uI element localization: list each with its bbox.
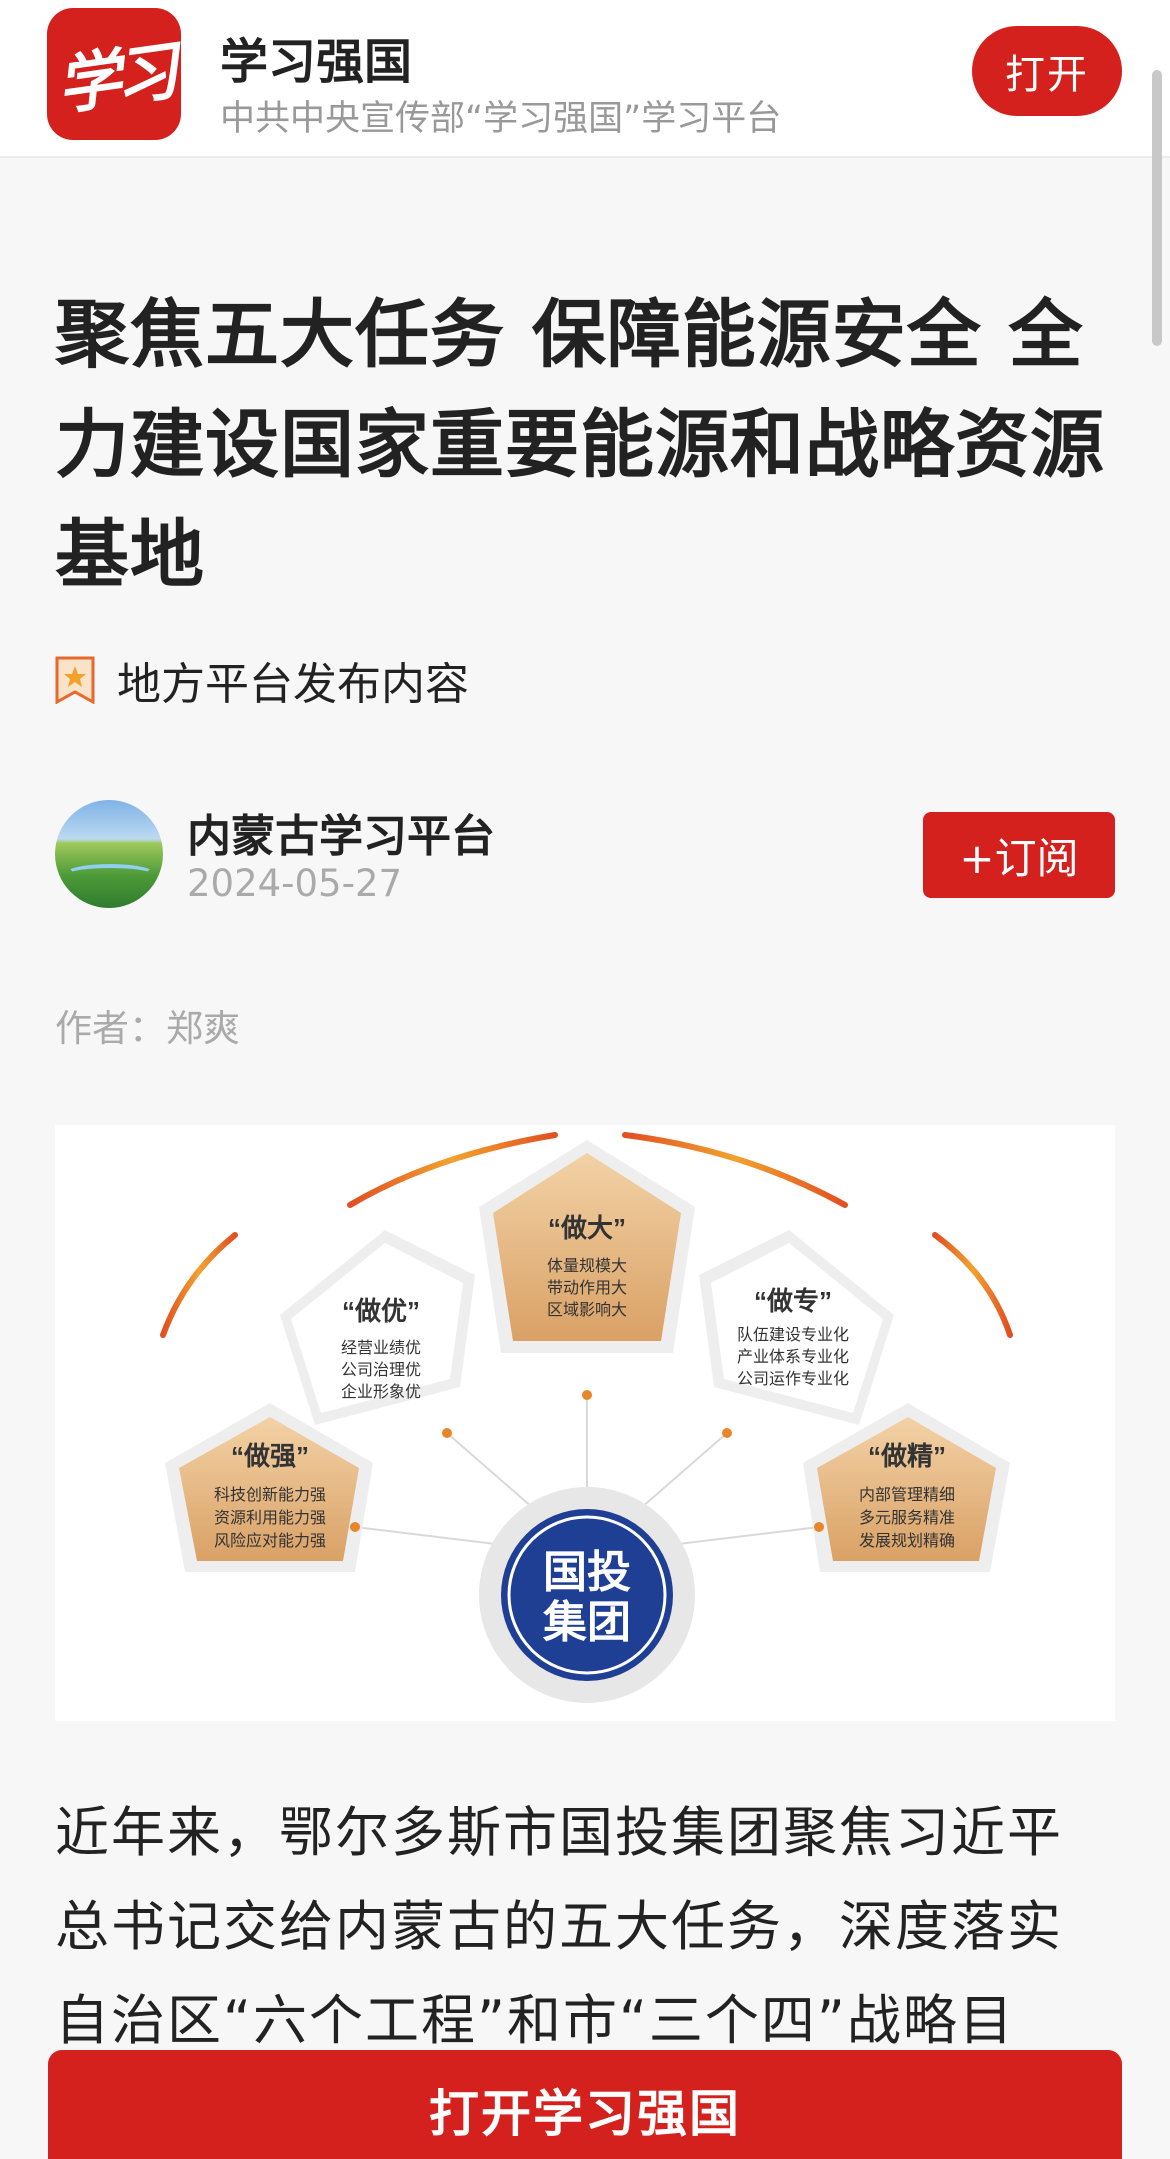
open-app-button[interactable]: 打开 xyxy=(972,26,1122,116)
app-download-banner: 学习 学习强国 中共中央宣传部“学习强国”学习平台 打开 xyxy=(0,0,1170,158)
app-logo-text: 学习 xyxy=(52,34,178,125)
pentagon-line: 多元服务精准 xyxy=(859,1509,955,1527)
pentagon-zuoda: “做大” 体量规模大 带动作用大 区域影响大 xyxy=(479,1140,695,1400)
pentagon-line: 产业体系专业化 xyxy=(737,1348,849,1366)
pentagon-line: 公司运作专业化 xyxy=(737,1370,849,1388)
pentagon-line: 体量规模大 xyxy=(547,1257,627,1275)
pentagon-line: 内部管理精细 xyxy=(859,1486,955,1504)
pentagon-line: 经营业绩优 xyxy=(341,1339,421,1357)
emblem-text-line: 集团 xyxy=(542,1598,631,1647)
subscribe-button[interactable]: +订阅 xyxy=(923,812,1115,898)
pentagon-title: “做优” xyxy=(342,1296,420,1326)
pentagon-line: 公司治理优 xyxy=(341,1361,421,1379)
app-subtitle: 中共中央宣传部“学习强国”学习平台 xyxy=(220,99,782,139)
publish-date: 2024-05-27 xyxy=(187,862,403,905)
publisher-row: 内蒙古学习平台 2024-05-27 +订阅 xyxy=(55,800,1115,910)
app-name: 学习强国 xyxy=(220,34,413,90)
article-author: 作者：郑爽 xyxy=(55,1007,240,1050)
pentagon-zuoyou: “做优” 经营业绩优 公司治理优 企业形象优 xyxy=(280,1230,475,1438)
pentagon-title: “做精” xyxy=(868,1441,946,1471)
publisher-avatar[interactable] xyxy=(55,800,163,908)
article-infographic[interactable]: “做强” 科技创新能力强 资源利用能力强 风险应对能力强 “做优” 经营业绩优 … xyxy=(55,1125,1115,1721)
emblem-text-line: 国投 xyxy=(543,1548,631,1597)
source-tag-label: 地方平台发布内容 xyxy=(117,659,469,710)
pentagon-line: 区域影响大 xyxy=(547,1301,627,1319)
pentagon-title: “做大” xyxy=(548,1213,626,1243)
pentagon-line: 资源利用能力强 xyxy=(214,1509,326,1527)
pentagon-line: 发展规划精确 xyxy=(859,1532,955,1550)
article-title: 聚焦五大任务 保障能源安全 全力建设国家重要能源和战略资源基地 xyxy=(55,292,1105,598)
pentagon-line: 科技创新能力强 xyxy=(214,1486,326,1504)
pentagon-zuoqiang: “做强” 科技创新能力强 资源利用能力强 风险应对能力强 xyxy=(165,1403,373,1572)
pentagon-zuozhuan: “做专” 队伍建设专业化 产业体系专业化 公司运作专业化 xyxy=(699,1230,894,1438)
open-app-bottom-button[interactable]: 打开学习强国 xyxy=(48,2050,1122,2159)
page-scrollbar[interactable] xyxy=(1152,70,1162,346)
publisher-name[interactable]: 内蒙古学习平台 xyxy=(187,800,495,864)
pentagon-line: 企业形象优 xyxy=(341,1383,421,1401)
center-emblem: 国投 集团 xyxy=(479,1487,695,1703)
app-logo[interactable]: 学习 xyxy=(47,8,181,140)
infographic-svg: “做强” 科技创新能力强 资源利用能力强 风险应对能力强 “做优” 经营业绩优 … xyxy=(160,1132,1013,1703)
bookmark-star-icon xyxy=(55,656,95,704)
pentagon-line: 带动作用大 xyxy=(547,1279,627,1297)
source-tag: 地方平台发布内容 xyxy=(55,648,469,712)
pentagon-line: 队伍建设专业化 xyxy=(737,1326,849,1344)
pentagon-title: “做强” xyxy=(231,1441,309,1471)
article-body-paragraph: 近年来，鄂尔多斯市国投集团聚焦习近平总书记交给内蒙古的五大任务，深度落实自治区“… xyxy=(55,1801,1063,2052)
pentagon-zuojing: “做精” 内部管理精细 多元服务精准 发展规划精确 xyxy=(803,1403,1010,1572)
pentagon-title: “做专” xyxy=(754,1286,832,1316)
pentagon-line: 风险应对能力强 xyxy=(214,1531,326,1550)
